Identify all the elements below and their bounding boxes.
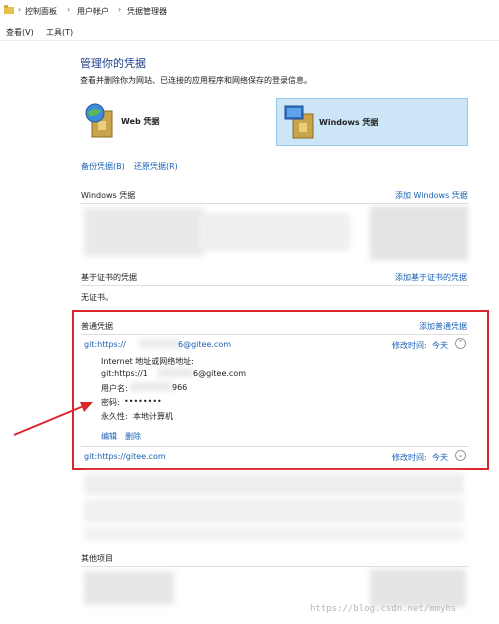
- chevron-right-icon: ›: [18, 5, 22, 14]
- blurred-text: [158, 368, 194, 377]
- page-title: 管理你的凭据: [80, 57, 146, 70]
- menu-tools[interactable]: 工具(T): [46, 27, 73, 38]
- modified-value: 今天: [432, 453, 448, 462]
- modified-label: 修改时间:: [392, 341, 427, 350]
- address-suffix: 6@gitee.com: [193, 369, 246, 378]
- section-divider: [81, 334, 469, 335]
- persistence-value: 本地计算机: [133, 412, 173, 421]
- chevron-right-icon: ›: [118, 5, 122, 14]
- username-label: 用户名:: [101, 384, 128, 393]
- folder-icon: [4, 5, 14, 14]
- windows-section-title: Windows 凭据: [81, 191, 136, 200]
- watermark: https://blog.csdn.net/mmyhs: [310, 604, 457, 614]
- add-cert-credential-link[interactable]: 添加基于证书的凭据: [395, 272, 467, 283]
- breadcrumb-item-user-accounts[interactable]: 用户帐户: [77, 6, 109, 17]
- credential-item-header[interactable]: git:https:// 6@gitee.com 修改时间: 今天 ⌃: [81, 336, 469, 352]
- blurred-credential-row: [370, 569, 466, 607]
- no-certificates-text: 无证书。: [81, 293, 113, 302]
- chevron-right-icon: ›: [67, 5, 71, 14]
- section-divider: [81, 285, 469, 286]
- generic-section-title: 普通凭据: [81, 322, 113, 331]
- page-description: 查看并删除你为网站、已连接的应用程序和网络保存的登录信息。: [80, 76, 312, 85]
- address-bar: › 控制面板 › 用户帐户 › 凭据管理器: [0, 0, 499, 23]
- cert-section-title: 基于证书的凭据: [81, 273, 137, 282]
- backup-credentials-link[interactable]: 备份凭据(B): [81, 161, 125, 172]
- blurred-text: [130, 382, 172, 391]
- delete-credential-link[interactable]: 删除: [125, 431, 141, 442]
- breadcrumb-item-credential-manager[interactable]: 凭据管理器: [127, 6, 167, 17]
- credential-name-prefix: git:https://: [84, 340, 126, 349]
- credential-name: git:https://gitee.com: [84, 452, 166, 461]
- blurred-credential-row: [370, 206, 468, 260]
- restore-credentials-link[interactable]: 还原凭据(R): [134, 161, 178, 172]
- modified-value: 今天: [432, 341, 448, 350]
- section-divider: [81, 203, 469, 204]
- modified-label: 修改时间:: [392, 453, 427, 462]
- tab-web-label: Web 凭据: [121, 117, 160, 126]
- blurred-credential-row: [84, 208, 204, 256]
- other-section-title: 其他项目: [81, 554, 113, 563]
- blurred-credential-row: [84, 500, 464, 522]
- item-divider: [81, 446, 469, 447]
- blurred-text: [139, 339, 179, 348]
- chevron-down-icon[interactable]: ⌄: [455, 450, 466, 461]
- address-label: Internet 地址或网络地址:: [101, 357, 195, 366]
- tab-windows-label: Windows 凭据: [319, 118, 379, 127]
- breadcrumb-item-control-panel[interactable]: 控制面板: [25, 6, 57, 17]
- blurred-credential-row: [84, 527, 464, 541]
- username-suffix: 966: [172, 383, 188, 392]
- credential-name-suffix: 6@gitee.com: [178, 340, 231, 349]
- blurred-credential-row: [84, 571, 174, 605]
- add-windows-credential-link[interactable]: 添加 Windows 凭据: [395, 190, 468, 201]
- tab-web-credentials[interactable]: Web 凭据: [80, 98, 240, 146]
- edit-credential-link[interactable]: 编辑: [101, 431, 117, 442]
- credential-item-header[interactable]: git:https://gitee.com 修改时间: 今天 ⌄: [81, 448, 469, 464]
- address-prefix: git:https://1: [101, 369, 148, 378]
- blurred-credential-row: [200, 213, 350, 251]
- web-credentials-icon: [84, 103, 114, 139]
- password-label: 密码:: [101, 398, 120, 407]
- menu-view[interactable]: 查看(V): [6, 27, 34, 38]
- section-divider: [81, 566, 469, 567]
- password-value: ••••••••: [124, 397, 162, 406]
- menu-bar: 查看(V) 工具(T): [0, 22, 499, 41]
- add-generic-credential-link[interactable]: 添加普通凭据: [419, 321, 467, 332]
- windows-credentials-icon: [283, 104, 315, 140]
- red-arrow-annotation: [13, 402, 93, 436]
- chevron-up-icon[interactable]: ⌃: [455, 338, 466, 349]
- persistence-label: 永久性:: [101, 412, 128, 421]
- tab-windows-credentials[interactable]: Windows 凭据: [276, 98, 468, 146]
- blurred-credential-row: [84, 473, 464, 495]
